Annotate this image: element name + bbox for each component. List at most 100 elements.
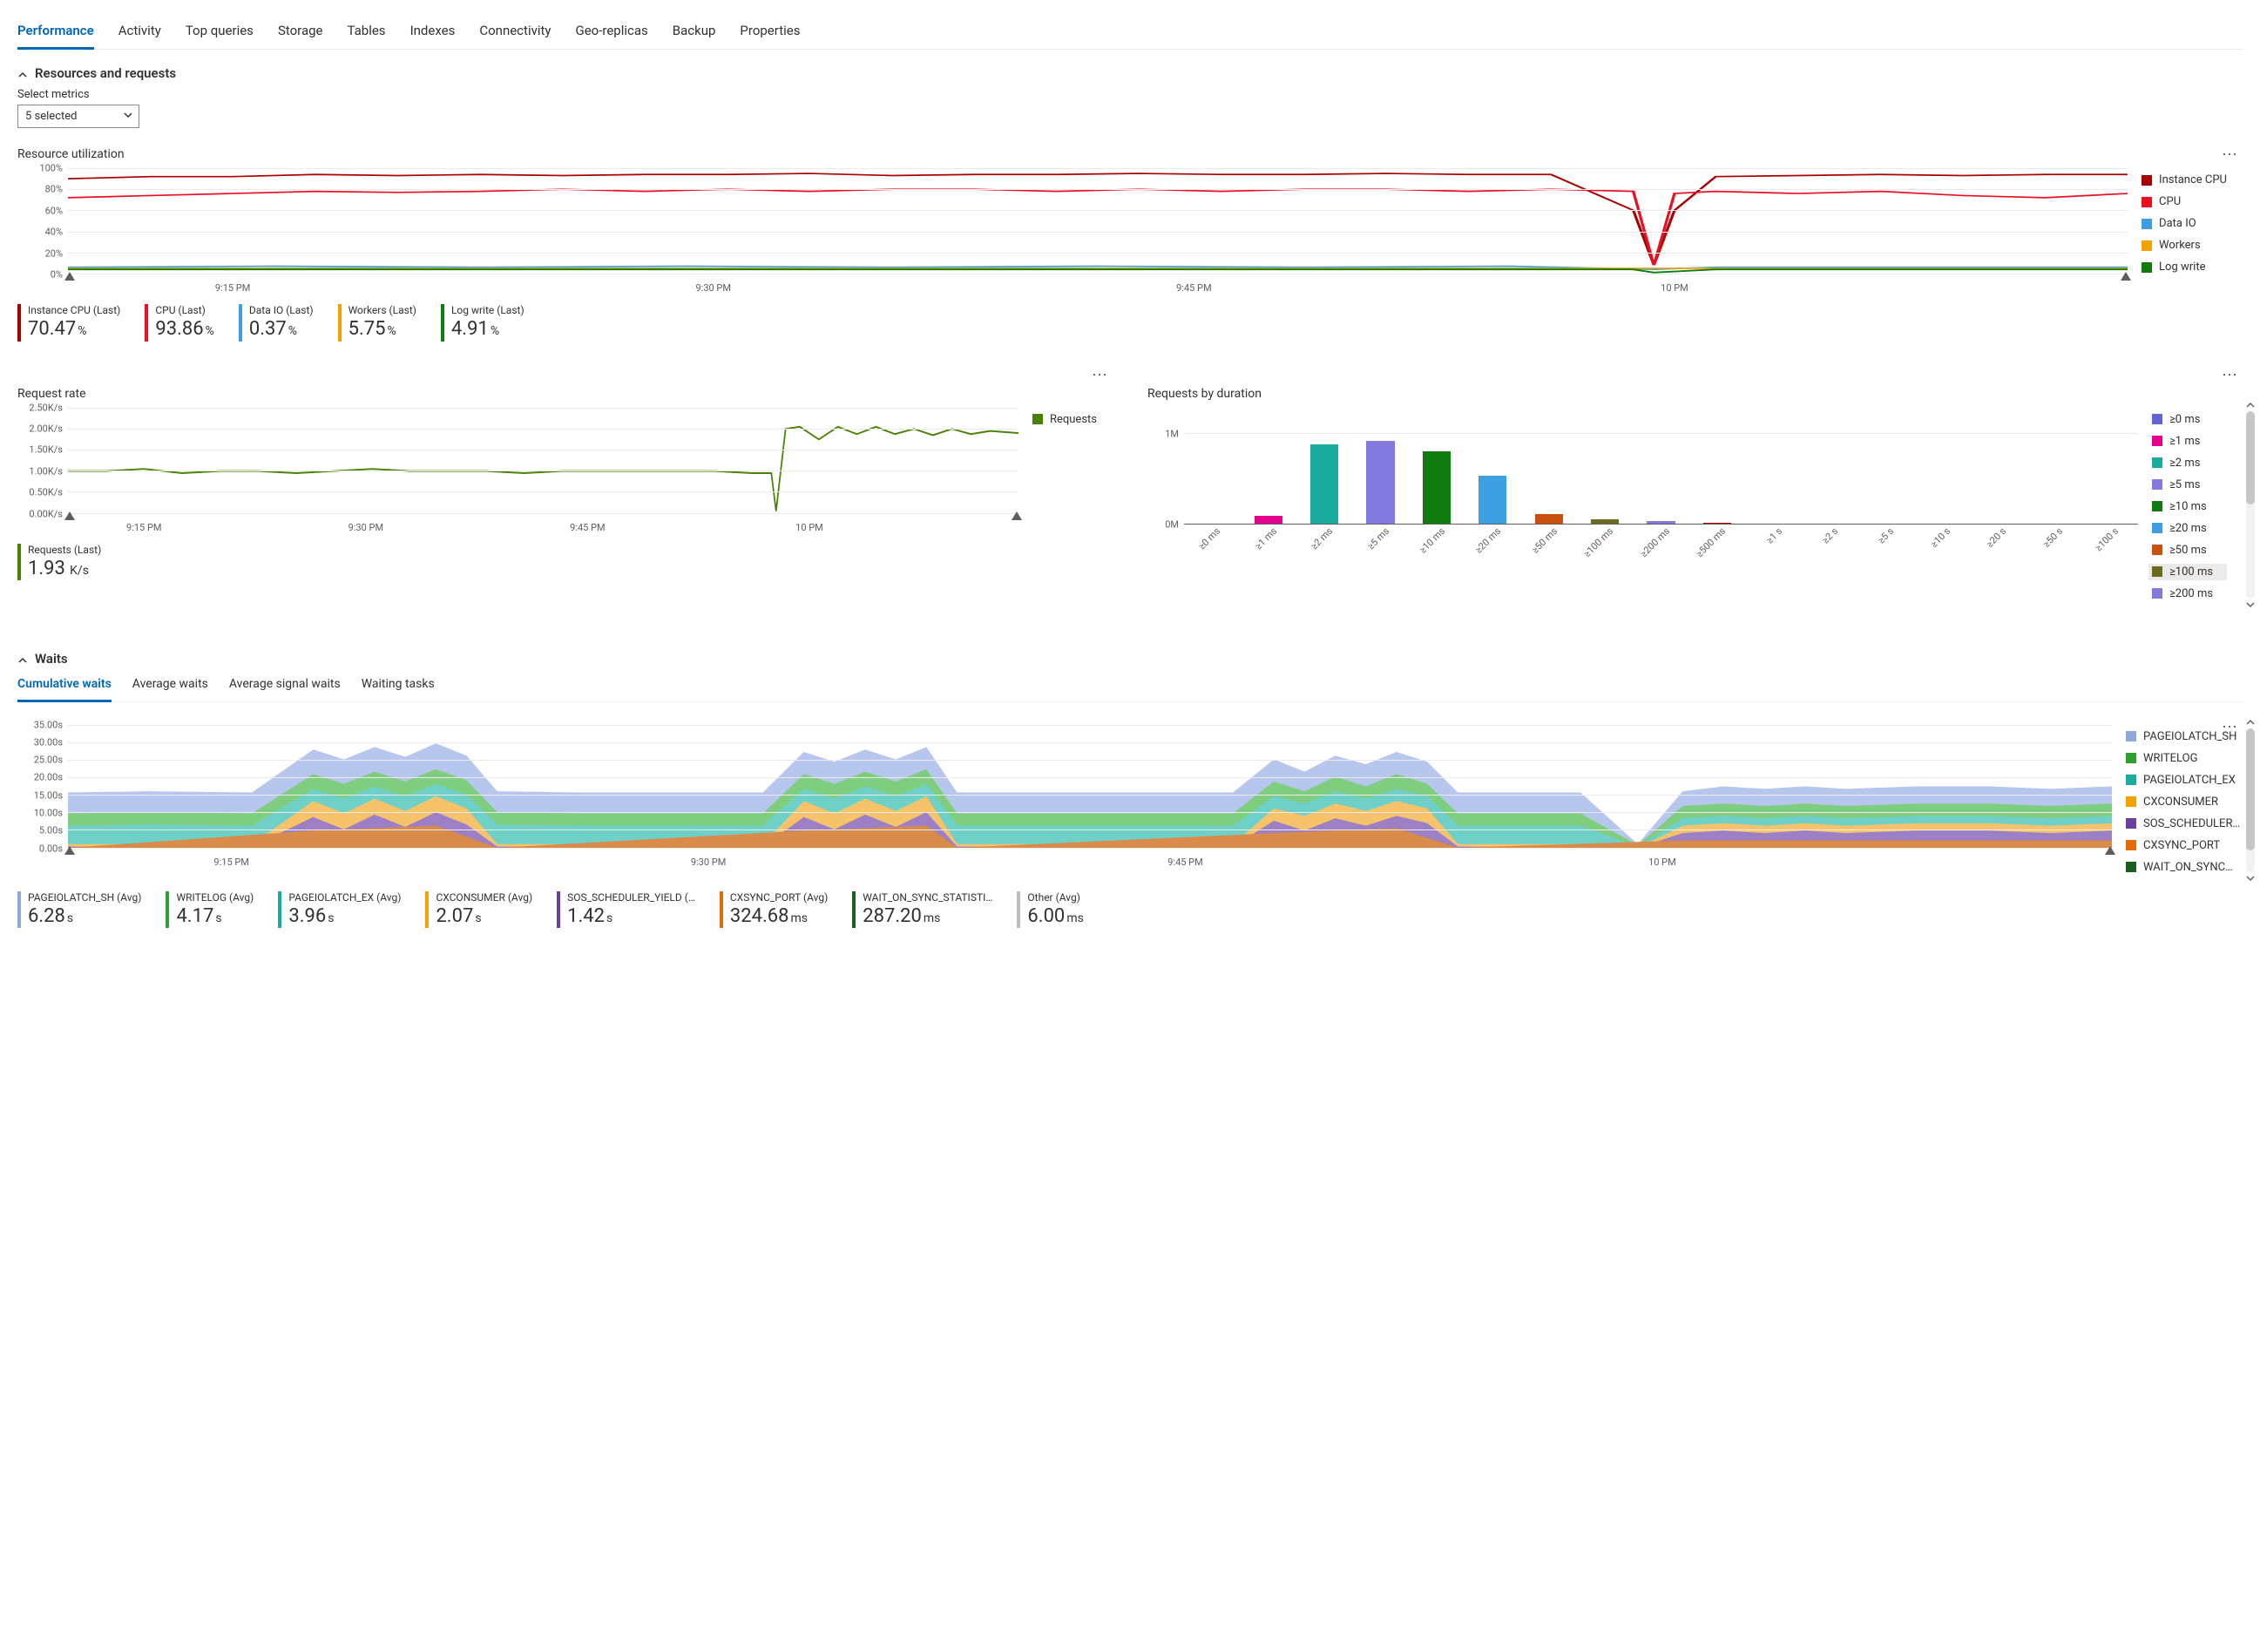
legend-label: ≥1 ms <box>2169 435 2200 448</box>
legend-scrollbar[interactable] <box>2246 728 2255 872</box>
waits-tab-average-waits[interactable]: Average waits <box>132 674 208 701</box>
metric-card-unit: % <box>288 324 297 338</box>
metrics-selector[interactable]: 5 selected <box>17 105 139 128</box>
scroll-up-icon[interactable] <box>2246 399 2255 411</box>
waits-tab-cumulative-waits[interactable]: Cumulative waits <box>17 674 112 702</box>
legend-label: Data IO <box>2159 217 2196 230</box>
legend-label: WAIT_ON_SYNC… <box>2143 861 2233 874</box>
legend-swatch <box>2126 796 2136 807</box>
legend-item[interactable]: CPU <box>2138 193 2243 210</box>
bar[interactable] <box>1478 476 1506 524</box>
bar[interactable] <box>1535 514 1563 523</box>
bar[interactable] <box>1591 519 1619 523</box>
bar[interactable] <box>1647 521 1675 523</box>
metric-color-bar <box>17 304 21 342</box>
metric-card-label: Data IO (Last) <box>249 304 314 317</box>
more-menu-button[interactable]: ⋯ <box>2218 149 2243 161</box>
more-menu-button[interactable]: ⋯ <box>1088 369 1113 382</box>
legend-label: ≥2 ms <box>2169 457 2200 470</box>
legend-swatch <box>2142 262 2152 273</box>
metric-card: WAIT_ON_SYNC_STATISTI…287.20ms <box>852 891 992 929</box>
metric-color-bar <box>17 544 21 581</box>
legend-swatch <box>2126 818 2136 829</box>
legend-item[interactable]: Workers <box>2138 237 2243 254</box>
legend-item[interactable]: ≥100 ms <box>2148 564 2227 580</box>
section-title: Waits <box>35 651 68 667</box>
tab-geo-replicas[interactable]: Geo-replicas <box>576 17 648 49</box>
request-rate-chart[interactable]: 2.50K/s2.00K/s1.50K/s1.00K/s0.50K/s0.00K… <box>17 403 1018 533</box>
legend-item[interactable]: SOS_SCHEDULER… <box>2122 816 2227 832</box>
legend-scrollbar[interactable] <box>2246 411 2255 599</box>
requests-by-duration-chart[interactable]: 1M0M ≥0 ms≥1 ms≥2 ms≥5 ms≥10 ms≥20 ms≥50… <box>1147 403 2138 568</box>
legend-swatch <box>2152 436 2162 446</box>
legend-item[interactable]: ≥50 ms <box>2148 542 2227 559</box>
waits-tab-average-signal-waits[interactable]: Average signal waits <box>229 674 341 701</box>
request-rate-legend: Requests <box>1018 403 1113 533</box>
legend-item[interactable]: Data IO <box>2138 215 2243 232</box>
waits-tab-waiting-tasks[interactable]: Waiting tasks <box>362 674 435 701</box>
legend-swatch <box>2142 219 2152 229</box>
legend-swatch <box>2142 175 2152 186</box>
legend-item[interactable]: ≥2 ms <box>2148 455 2227 471</box>
legend-item[interactable]: Instance CPU <box>2138 172 2243 188</box>
metric-card-label: WAIT_ON_SYNC_STATISTI… <box>863 891 992 904</box>
metric-card-label: CXSYNC_PORT (Avg) <box>730 891 828 904</box>
legend-item[interactable]: CXCONSUMER <box>2122 794 2227 810</box>
metric-card-unit: ms <box>790 911 808 925</box>
scroll-thumb[interactable] <box>2246 728 2255 850</box>
scroll-down-icon[interactable] <box>2246 872 2255 884</box>
metric-color-bar <box>852 891 856 929</box>
waits-chart[interactable]: 35.00s30.00s25.00s20.00s15.00s10.00s5.00… <box>17 720 2112 868</box>
legend-label: ≥20 ms <box>2169 522 2207 535</box>
metric-card-unit: s <box>215 911 221 925</box>
tab-storage[interactable]: Storage <box>278 17 323 49</box>
legend-swatch <box>2152 545 2162 555</box>
chart-title: Resource utilization <box>17 147 2243 161</box>
bar[interactable] <box>1255 516 1282 523</box>
legend-item[interactable]: ≥10 ms <box>2148 498 2227 515</box>
tab-top-queries[interactable]: Top queries <box>186 17 254 49</box>
legend-item[interactable]: Log write <box>2138 259 2243 275</box>
legend-item[interactable]: CXSYNC_PORT <box>2122 837 2227 854</box>
metric-card-value: 1.93 <box>28 558 65 579</box>
tab-tables[interactable]: Tables <box>348 17 386 49</box>
resource-util-chart[interactable]: 100%80%60%40%20%0% 9:15 PM9:30 PM9 <box>17 163 2128 294</box>
tab-activity[interactable]: Activity <box>118 17 161 49</box>
legend-item[interactable]: ≥5 ms <box>2148 477 2227 493</box>
metric-card-value: 0.37 <box>249 318 287 340</box>
bar[interactable] <box>1310 444 1338 524</box>
legend-label: ≥50 ms <box>2169 544 2207 557</box>
metric-card-label: SOS_SCHEDULER_YIELD (… <box>567 891 695 904</box>
scroll-thumb[interactable] <box>2246 411 2255 505</box>
tab-backup[interactable]: Backup <box>673 17 716 49</box>
legend-item[interactable]: Requests <box>1029 411 1113 428</box>
section-toggle-resources[interactable]: Resources and requests <box>17 65 2243 81</box>
legend-item[interactable]: WAIT_ON_SYNC… <box>2122 859 2227 876</box>
legend-label: WRITELOG <box>2143 752 2197 765</box>
legend-item[interactable]: ≥200 ms <box>2148 586 2227 602</box>
bar[interactable] <box>1366 441 1394 524</box>
bar[interactable] <box>1423 451 1451 524</box>
more-menu-button[interactable]: ⋯ <box>2218 369 2243 382</box>
metric-card-unit: s <box>328 911 334 925</box>
legend-item[interactable]: PAGEIOLATCH_EX <box>2122 772 2227 789</box>
legend-item[interactable]: WRITELOG <box>2122 750 2227 767</box>
metric-card-unit: s <box>475 911 481 925</box>
legend-swatch <box>2126 840 2136 850</box>
legend-label: CXSYNC_PORT <box>2143 839 2220 852</box>
legend-item[interactable]: PAGEIOLATCH_SH <box>2122 728 2227 745</box>
legend-item[interactable]: ≥1 ms <box>2148 433 2227 450</box>
legend-item[interactable]: ≥20 ms <box>2148 520 2227 537</box>
scroll-up-icon[interactable] <box>2246 716 2255 728</box>
tab-performance[interactable]: Performance <box>17 17 94 50</box>
section-toggle-waits[interactable]: Waits <box>17 651 2243 667</box>
tab-connectivity[interactable]: Connectivity <box>479 17 551 49</box>
tab-properties[interactable]: Properties <box>740 17 800 49</box>
scroll-down-icon[interactable] <box>2246 599 2255 611</box>
metric-color-bar <box>557 891 560 929</box>
metric-color-bar <box>1017 891 1020 929</box>
legend-swatch <box>2152 414 2162 424</box>
bar[interactable] <box>1703 523 1731 524</box>
legend-item[interactable]: ≥0 ms <box>2148 411 2227 428</box>
tab-indexes[interactable]: Indexes <box>410 17 456 49</box>
